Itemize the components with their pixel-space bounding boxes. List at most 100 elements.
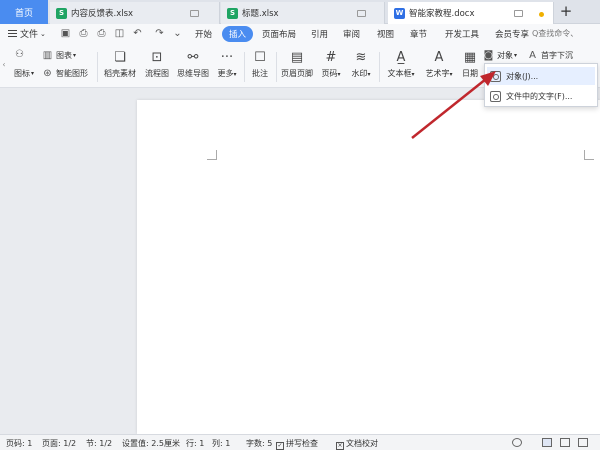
flowchart-icon: ⊡ [151,50,163,65]
flowchart-label: 流程图 [145,69,169,78]
status-column[interactable]: 列: 1 [212,438,230,449]
header-footer-button[interactable]: ▤ 页眉页脚 [279,49,315,79]
menu-references[interactable]: 引用 [311,28,328,40]
spreadsheet-icon: S [56,7,67,19]
comment-icon: ☐ [254,50,266,65]
watermark-icon: ≋ [355,50,367,65]
checkbox-icon: ✓ [276,442,284,450]
tab-label: 智能家教程.docx [409,9,475,19]
outline-view-icon[interactable] [560,438,570,447]
arrow-shaft [411,78,487,139]
home-tab[interactable]: 首页 [0,0,48,24]
dropcap-label: 首字下沉 [541,51,573,60]
document-tab-tutorial[interactable]: W 智能家教程.docx [388,2,554,24]
status-row[interactable]: 行: 1 [186,438,204,449]
object-icon: ◙ [483,49,494,61]
document-tab-feedback[interactable]: S 内容反馈表.xlsx [50,2,220,24]
header-footer-label: 页眉页脚 [281,69,313,78]
file-menu[interactable]: 文件 ⌄ [8,27,46,40]
close-box-icon: × [336,442,344,450]
chevron-down-icon: ▾ [31,70,35,77]
margin-corner-right [584,150,594,160]
chevron-down-icon: ▾ [514,52,518,59]
smart-graphic-button[interactable]: ⊛ 智能图形 [42,68,88,79]
ribbon-divider [244,52,245,82]
web-view-icon[interactable] [578,438,588,447]
redo-icon[interactable]: ↷ [154,29,165,39]
mindmap-icon: ⚯ [187,50,199,65]
page-view-icon[interactable] [542,438,552,447]
document-icon: W [394,7,405,19]
monitor-icon [514,10,523,17]
tab-label: 标题.xlsx [242,9,279,19]
tab-label: 内容反馈表.xlsx [71,9,134,19]
material-label: 稻壳素材 [104,69,136,78]
menu-bar: 文件 ⌄ ▣ ⎙ ⎙ ◫ ↶ ↷ ⌄ 开始 插入 页面布局 引用 审阅 视图 章… [0,24,600,44]
undo-icon[interactable]: ↶ [132,29,143,39]
more-label: 更多▾ [217,69,237,78]
spreadsheet-icon: S [227,7,238,19]
save-icon[interactable]: ▣ [60,29,71,39]
menu-review[interactable]: 审阅 [343,28,360,40]
dropcap-button[interactable]: A 首字下沉 [527,50,573,61]
status-section[interactable]: 节: 1/2 [86,438,112,449]
shapes-button[interactable]: ⚇ [14,50,28,60]
chevron-down-icon: ⌄ [40,29,46,38]
eye-icon[interactable] [512,438,522,447]
chart-label: 图表 [56,51,72,60]
flowchart-button[interactable]: ⊡ 流程图 [142,49,172,79]
shapes-label: 图标 [14,69,30,78]
more-icon: ··· [220,50,234,65]
mindmap-label: 思维导图 [177,69,209,78]
watermark-button[interactable]: ≋ 水印▾ [347,49,375,79]
watermark-label: 水印▾ [351,69,371,78]
menu-developer[interactable]: 开发工具 [445,28,479,40]
chevron-down-icon[interactable]: ⌄ [172,29,183,39]
unsaved-dot-icon [539,12,544,17]
menu-member[interactable]: 会员专享 [495,28,529,40]
ribbon-divider [97,52,98,82]
monitor-icon [357,10,366,17]
file-menu-label: 文件 [20,30,39,40]
menu-start[interactable]: 开始 [195,28,212,40]
shapes-label-button[interactable]: 图标 ▾ [14,68,34,79]
status-word-count[interactable]: 字数: 5 [246,438,272,449]
document-page[interactable] [137,100,600,434]
status-bar: 页码: 1 页面: 1/2 节: 1/2 设置值: 2.5厘米 行: 1 列: … [0,434,600,450]
command-search[interactable]: Q查找命令、 [532,28,578,39]
smart-graphic-icon: ⊛ [43,67,52,79]
comment-button[interactable]: ☐ 批注 [248,49,272,79]
status-pages[interactable]: 页面: 1/2 [42,438,76,449]
material-icon: ❏ [114,50,126,65]
print-icon[interactable]: ⎙ [96,29,107,39]
new-tab-button[interactable]: + [556,2,576,22]
chevron-left-icon[interactable]: ‹ [0,60,8,74]
hamburger-icon [8,30,17,37]
menu-insert[interactable]: 插入 [222,26,254,42]
status-setting-value[interactable]: 设置值: 2.5厘米 [122,438,180,449]
more-button[interactable]: ··· 更多▾ [213,49,241,79]
page-number-icon: # [325,50,337,65]
annotation-arrow [411,71,496,139]
menu-view[interactable]: 视图 [377,28,394,40]
menu-chapter[interactable]: 章节 [410,28,427,40]
preview-icon[interactable]: ◫ [114,29,125,39]
menu-page-layout[interactable]: 页面布局 [262,28,296,40]
ribbon-divider [276,52,277,82]
export-pdf-icon[interactable]: ⎙ [78,29,89,39]
document-tab-title[interactable]: S 标题.xlsx [221,2,385,24]
tab-strip: 首页 S 内容反馈表.xlsx S 标题.xlsx W 智能家教程.docx + [0,0,600,24]
mindmap-button[interactable]: ⚯ 思维导图 [175,49,211,79]
proofread-button[interactable]: × 文档校对 [336,438,378,450]
spell-check-toggle[interactable]: ✓ 拼写检查 [276,438,318,450]
dropcap-icon: A [529,49,536,61]
material-button[interactable]: ❏ 稻壳素材 [102,49,138,79]
page-number-label: 页码▾ [321,69,341,78]
status-page-number[interactable]: 页码: 1 [6,438,32,449]
ribbon-divider [379,52,380,82]
chevron-down-icon: ▾ [73,52,77,59]
smart-graphic-label: 智能图形 [56,69,88,78]
page-number-button[interactable]: # 页码▾ [317,49,345,79]
margin-corner-left [207,150,217,160]
chart-button[interactable]: ▥ 图表 ▾ [42,50,76,61]
